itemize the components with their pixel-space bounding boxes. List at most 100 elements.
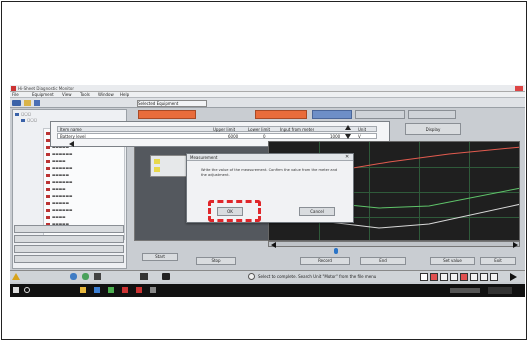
left-button-2[interactable] — [14, 235, 124, 243]
truck-icon[interactable] — [12, 100, 21, 106]
forward-icon[interactable] — [513, 242, 518, 248]
dialog-message: Write the value of the measurement. Conf… — [201, 168, 338, 177]
cell-lower-limit: 0 — [263, 134, 266, 139]
save-icon[interactable] — [34, 100, 40, 106]
app-icon — [11, 86, 16, 91]
item-icon — [46, 173, 50, 177]
list-item[interactable]: ▬▬▬▬▬ — [46, 173, 69, 178]
item-icon — [46, 187, 50, 191]
record-button[interactable]: Record — [300, 257, 350, 265]
window-title: Hi-Sheet Diagnostic Monitor — [18, 86, 75, 91]
item-icon — [46, 201, 50, 205]
play-icon[interactable] — [510, 273, 517, 281]
status-icon — [70, 273, 77, 280]
left-button-1[interactable] — [14, 225, 124, 233]
taskbar-app-icon[interactable] — [94, 287, 100, 293]
left-button-4[interactable] — [14, 255, 124, 263]
stop-button[interactable]: Stop — [196, 257, 236, 265]
scroll-left-icon[interactable] — [69, 141, 74, 147]
start-button[interactable]: Start — [142, 253, 178, 261]
tool-icon[interactable] — [440, 273, 448, 281]
warning-icon — [12, 273, 20, 280]
list-item[interactable]: ▬▬▬▬▬▬ — [46, 180, 72, 185]
folder-icon[interactable] — [24, 100, 31, 106]
taskbar-app-icon[interactable] — [136, 287, 142, 293]
graph-scrollbar[interactable] — [268, 241, 520, 248]
folder-icon — [15, 112, 19, 116]
header-tab[interactable]: Selected Equipment — [137, 100, 207, 107]
exit-button[interactable]: Exit — [480, 257, 516, 265]
list-item[interactable]: ▬▬▬▬▬▬ — [46, 166, 72, 171]
menu-window[interactable]: Window — [98, 92, 114, 97]
windows-start-icon[interactable] — [13, 287, 19, 293]
list-item[interactable]: ▬▬▬▬ — [46, 159, 66, 164]
toolbar: Selected Equipment — [10, 98, 525, 108]
set-value-button[interactable]: Set value — [430, 257, 475, 265]
taskbar-app-icon[interactable] — [108, 287, 114, 293]
yellow-indicator — [154, 159, 160, 164]
position-marker-icon[interactable] — [334, 248, 338, 254]
param-header: Item name Upper limit Lower limit Input … — [57, 126, 377, 132]
menu-tools[interactable]: Tools — [80, 92, 90, 97]
dialog-title-bar: Measurement ✕ — [187, 154, 353, 161]
left-button-3[interactable] — [14, 245, 124, 253]
list-item[interactable]: ▬▬▬▬▬ — [46, 201, 69, 206]
clock[interactable] — [488, 287, 512, 294]
tray-icons[interactable] — [450, 288, 480, 293]
item-icon — [46, 208, 50, 212]
cell-item-name: Battery level — [60, 134, 86, 139]
arrow-down-icon[interactable] — [345, 134, 351, 139]
tab-gray-right[interactable] — [355, 110, 405, 119]
tool-icon[interactable] — [430, 273, 438, 281]
camera-icon[interactable] — [162, 273, 170, 280]
list-item[interactable]: ▬▬▬▬ — [46, 187, 66, 192]
tab-red[interactable] — [138, 110, 196, 119]
rewind-icon[interactable] — [271, 242, 276, 248]
list-item[interactable]: ▬▬▬▬▬▬ — [46, 208, 72, 213]
menu-equipment[interactable]: Equipment — [32, 92, 54, 97]
menu-view[interactable]: View — [62, 92, 72, 97]
cell-unit: V — [358, 134, 361, 139]
tab-gray-far[interactable] — [408, 110, 456, 119]
close-icon[interactable] — [515, 86, 523, 91]
screenshot: Hi-Sheet Diagnostic Monitor File Equipme… — [10, 85, 525, 297]
taskbar-app-icon[interactable] — [122, 287, 128, 293]
end-button[interactable]: End — [360, 257, 406, 265]
tool-icon[interactable] — [420, 273, 428, 281]
tree-row[interactable]: ▢▢▢ — [21, 118, 37, 123]
tool-icon[interactable] — [460, 273, 468, 281]
table-row[interactable]: Battery level 6000 0 1000 V — [57, 133, 377, 139]
menu-file[interactable]: File — [12, 92, 19, 97]
search-icon[interactable] — [24, 287, 30, 293]
taskbar-app-icon[interactable] — [150, 287, 156, 293]
item-icon — [46, 152, 50, 156]
item-icon — [46, 180, 50, 184]
tab-orange[interactable] — [255, 110, 307, 119]
col-unit: Unit — [358, 127, 367, 132]
tool-icon[interactable] — [450, 273, 458, 281]
info-icon — [248, 273, 255, 280]
tab-blue[interactable] — [312, 110, 352, 119]
folder-icon — [21, 118, 25, 122]
status-message: Select to complete. Search Unit "Motor" … — [258, 274, 377, 279]
list-item[interactable]: ▬▬▬▬▬▬ — [46, 194, 72, 199]
tree-row[interactable]: ▢▢▢ — [15, 112, 31, 117]
display-button[interactable]: Display — [405, 123, 461, 135]
taskbar-app-icon[interactable] — [80, 287, 86, 293]
col-lower-limit: Lower limit — [248, 127, 271, 132]
tool-icon[interactable] — [470, 273, 478, 281]
arrow-up-icon[interactable] — [345, 125, 351, 130]
tool-icon[interactable] — [480, 273, 488, 281]
cell-upper-limit: 6000 — [228, 134, 239, 139]
list-item[interactable]: ▬▬▬▬ — [46, 215, 66, 220]
status-icon — [140, 273, 148, 280]
menu-help[interactable]: Help — [120, 92, 129, 97]
cell-input-meter[interactable]: 1000 — [330, 134, 340, 139]
col-item-name: Item name — [60, 127, 82, 132]
yellow-indicator — [154, 167, 160, 172]
tool-icon[interactable] — [490, 273, 498, 281]
ok-highlight — [208, 200, 261, 222]
close-icon[interactable]: ✕ — [345, 155, 351, 160]
dialog-cancel-button[interactable]: Cancel — [299, 207, 335, 216]
list-item[interactable]: ▬▬▬▬▬▬ — [46, 152, 72, 157]
